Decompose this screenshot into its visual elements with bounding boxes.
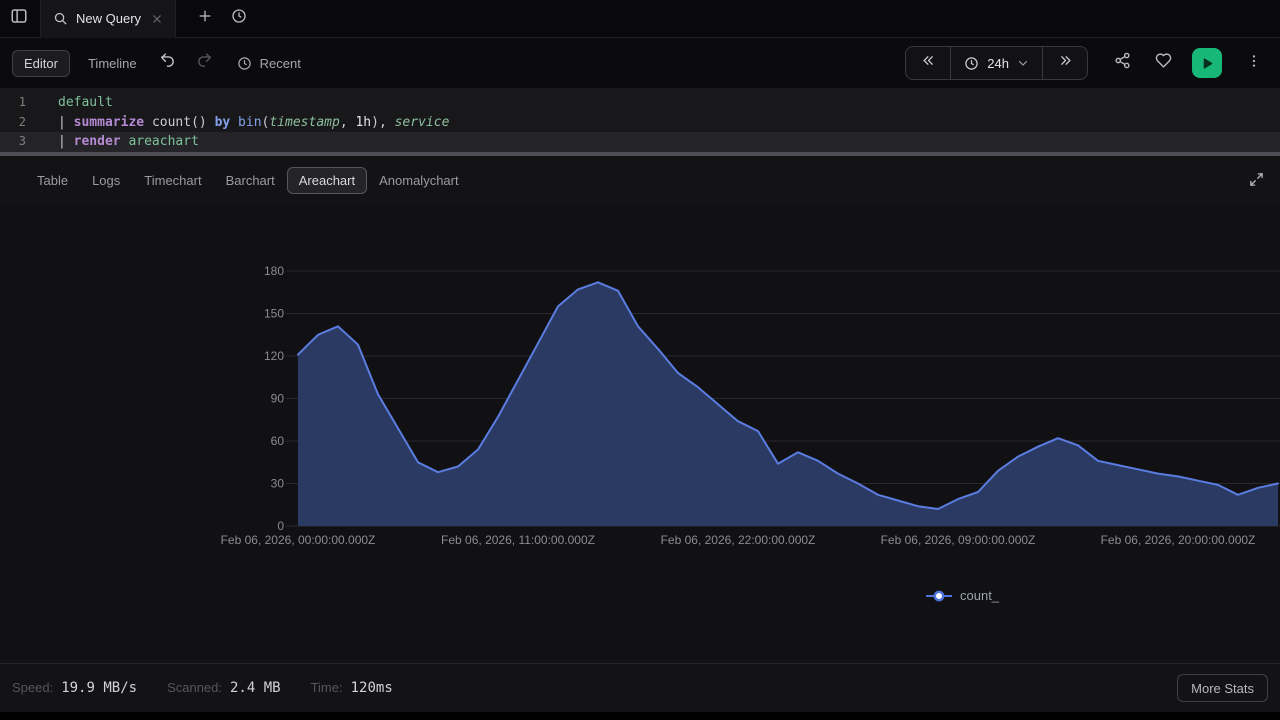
search-icon	[53, 11, 68, 26]
code-line-3[interactable]: 3| render areachart	[0, 132, 1280, 152]
tab-close-icon[interactable]	[151, 13, 163, 25]
view-tab-logs[interactable]: Logs	[80, 167, 132, 194]
chevrons-left-icon	[921, 53, 936, 73]
stat-scanned-label: Scanned:	[167, 680, 222, 695]
query-history-button[interactable]	[224, 0, 254, 38]
code-text: | summarize count() by bin(timestamp, 1h…	[26, 113, 449, 133]
editor-mode-button[interactable]: Editor	[12, 50, 70, 77]
query-editor[interactable]: 1default2| summarize count() by bin(time…	[0, 88, 1280, 152]
run-query-button[interactable]	[1192, 48, 1222, 78]
time-range-value: 24h	[987, 56, 1009, 71]
top-tab-bar: New Query	[0, 0, 1280, 38]
clock-history-icon	[231, 8, 247, 29]
time-range-group: 24h	[905, 46, 1088, 80]
time-range-picker[interactable]: 24h	[950, 47, 1043, 79]
panel-left-icon	[10, 7, 28, 30]
favorite-button[interactable]	[1155, 52, 1172, 74]
expand-chart-button[interactable]	[1249, 172, 1264, 192]
x-axis-tick-label: Feb 06, 2026, 00:00:00.000Z	[221, 533, 376, 547]
area-chart[interactable]: 0 30 60 90 120 150 180 Feb 06, 2026, 00:00:00.0…	[0, 204, 1280, 659]
line-number: 2	[0, 113, 26, 133]
code-text: default	[26, 93, 113, 113]
timeline-mode-button[interactable]: Timeline	[88, 56, 137, 71]
y-axis-tick-label: 30	[271, 477, 285, 491]
code-line-1[interactable]: 1default	[0, 93, 1280, 113]
kebab-menu-icon	[1246, 53, 1262, 74]
code-text: | render areachart	[26, 132, 199, 152]
clock-icon	[237, 56, 252, 71]
chevrons-right-icon	[1058, 53, 1073, 73]
legend-item-count[interactable]: count_	[926, 588, 999, 603]
x-axis-tick-label: Feb 06, 2026, 11:00:00.000Z	[441, 533, 595, 547]
x-axis-tick-label: Feb 06, 2026, 20:00:00.000Z	[1101, 533, 1256, 547]
view-tab-timechart[interactable]: Timechart	[132, 167, 213, 194]
area-fill	[298, 282, 1278, 526]
stat-time-label: Time:	[311, 680, 343, 695]
y-axis-tick-label: 150	[264, 307, 284, 321]
legend-marker-icon	[926, 590, 952, 602]
view-tab-anomalychart[interactable]: Anomalychart	[367, 167, 470, 194]
undo-icon	[159, 52, 176, 74]
undo-button[interactable]	[159, 52, 176, 74]
stat-time: Time: 120ms	[311, 680, 393, 696]
results-section: TableLogsTimechartBarchartAreachartAnoma…	[0, 156, 1280, 711]
share-button[interactable]	[1114, 52, 1131, 74]
new-tab-button[interactable]	[190, 0, 220, 38]
line-number: 1	[0, 93, 26, 113]
time-range-forward-button[interactable]	[1043, 47, 1087, 79]
x-axis-tick-label: Feb 06, 2026, 22:00:00.000Z	[661, 533, 816, 547]
view-tab-table[interactable]: Table	[25, 167, 80, 194]
view-tab-areachart[interactable]: Areachart	[287, 167, 367, 194]
more-options-button[interactable]	[1242, 53, 1266, 74]
view-tab-barchart[interactable]: Barchart	[214, 167, 287, 194]
play-icon	[1201, 57, 1214, 70]
stat-speed-value: 19.9 MB/s	[61, 680, 137, 696]
query-tab[interactable]: New Query	[40, 0, 176, 38]
redo-button[interactable]	[196, 52, 213, 74]
y-axis-tick-label: 0	[277, 519, 284, 533]
more-stats-button[interactable]: More Stats	[1177, 674, 1268, 702]
y-axis-tick-label: 90	[271, 392, 285, 406]
status-bar: Speed: 19.9 MB/s Scanned: 2.4 MB Time: 1…	[0, 663, 1280, 712]
expand-icon	[1249, 172, 1264, 192]
y-axis-tick-label: 180	[264, 264, 284, 278]
plus-icon	[197, 8, 213, 29]
recent-label: Recent	[260, 56, 301, 71]
legend-label: count_	[960, 588, 999, 603]
view-tabs: TableLogsTimechartBarchartAreachartAnoma…	[0, 156, 1280, 204]
sidebar-toggle-button[interactable]	[0, 0, 38, 38]
y-axis-tick-label: 120	[264, 349, 284, 363]
tab-title: New Query	[76, 11, 141, 26]
stat-time-value: 120ms	[351, 680, 393, 696]
area-chart-panel: 0 30 60 90 120 150 180 Feb 06, 2026, 00:00:00.0…	[0, 204, 1280, 659]
toolbar-right-group: 24h	[905, 46, 1266, 80]
query-toolbar: Editor Timeline Recent	[0, 38, 1280, 88]
stat-scanned: Scanned: 2.4 MB	[167, 680, 281, 696]
stat-speed: Speed: 19.9 MB/s	[12, 680, 137, 696]
app-window: New Query Editor Timeline	[0, 0, 1280, 712]
code-line-2[interactable]: 2| summarize count() by bin(timestamp, 1…	[0, 113, 1280, 133]
redo-icon	[196, 52, 213, 74]
time-range-back-button[interactable]	[906, 47, 950, 79]
y-axis-tick-label: 60	[271, 434, 285, 448]
stat-scanned-value: 2.4 MB	[230, 680, 281, 696]
line-number: 3	[0, 132, 26, 152]
x-axis-tick-label: Feb 06, 2026, 09:00:00.000Z	[881, 533, 1036, 547]
stat-speed-label: Speed:	[12, 680, 53, 695]
clock-icon	[964, 56, 979, 71]
chevron-down-icon	[1017, 57, 1029, 69]
share-icon	[1114, 52, 1131, 74]
recent-queries-button[interactable]: Recent	[237, 56, 301, 71]
heart-icon	[1155, 52, 1172, 74]
